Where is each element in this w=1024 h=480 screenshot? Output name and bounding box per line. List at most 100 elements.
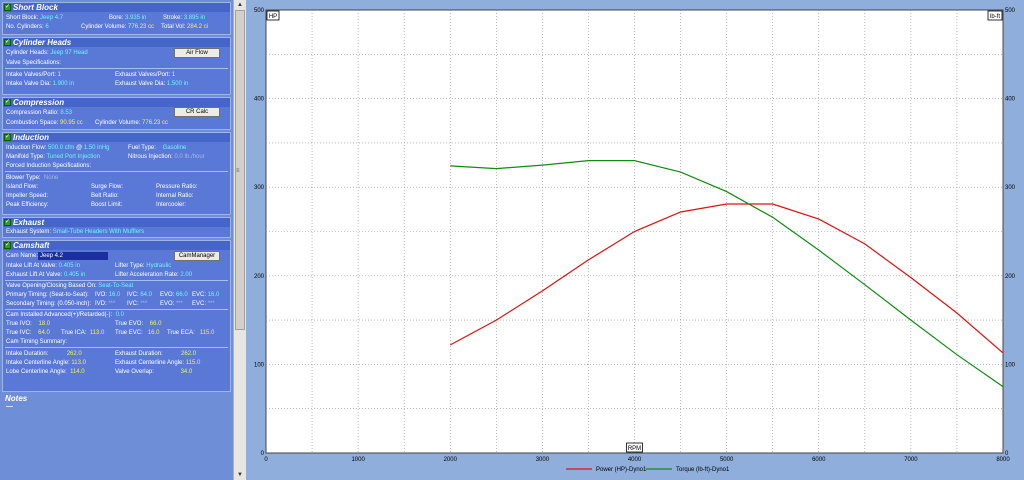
true-evo-row: True EVO: 66.0 — [115, 321, 162, 327]
divider — [5, 347, 228, 348]
divider — [5, 309, 228, 310]
section-title: Camshaft — [13, 241, 50, 250]
notes-cursor — [6, 406, 13, 407]
dyno-chart-area: 0 1000 2000 3000 4000 5000 6000 7000 8000 100 100 2… — [246, 0, 1024, 480]
section-title: Short Block — [13, 3, 58, 12]
short-block-header[interactable]: ✓ Short Block — [3, 3, 230, 12]
primary-timing-row: Primary Timing: (Seat-to-Seat): — [6, 292, 89, 298]
divider — [5, 171, 228, 172]
intake-centerline-row: Intake Centerline Angle: 113.0 — [6, 360, 86, 366]
cam-summary-label: Cam Timing Summary: — [6, 339, 68, 345]
intake-duration-row: Intake Duration: 262.0 — [6, 351, 82, 357]
ylabel-left: HP — [269, 14, 277, 20]
y-tick-label-left: 300 — [254, 185, 265, 191]
secondary-evc: EVC: *** — [192, 301, 215, 307]
based-on-row: Valve Opening/Closing Based On: Seat-To-… — [6, 283, 134, 289]
compression-cyl-vol-row: Cylinder Volume: 776.23 cc — [95, 120, 169, 126]
y-tick-label-left: 100 — [254, 362, 265, 368]
exhaust-valves-row: Exhaust Valves/Port: 1 — [115, 72, 176, 78]
primary-evo: EVO: 66.0 — [160, 292, 188, 298]
secondary-ivo: IVD: *** — [95, 301, 116, 307]
short-block-value[interactable]: Jeep 4.7 — [40, 15, 63, 21]
checkbox-icon[interactable]: ✓ — [4, 219, 11, 226]
exhaust-system-row: Exhaust System: Small-Tube Headers With … — [6, 229, 145, 235]
valve-overlap-row: Valve Overlap: 34.0 — [115, 369, 193, 375]
secondary-ivc: IVC: *** — [127, 301, 148, 307]
true-eca-row: True ECA: 115.0 — [167, 330, 215, 336]
x-tick-label: 7000 — [904, 457, 918, 463]
section-title: Exhaust — [13, 218, 45, 227]
internal-ratio-row: Internal Ratio: — [156, 193, 194, 199]
exhaust-duration-row: Exhaust Duration: 262.0 — [115, 351, 197, 357]
intercooler-row: Intercooler: — [156, 202, 187, 208]
manifold-type-row: Manifold Type: Tuned Port Injection — [6, 154, 100, 160]
induction-header[interactable]: ✓ Induction — [3, 133, 230, 142]
camshaft-header[interactable]: ✓ Camshaft — [3, 241, 230, 250]
legend-label: Torque (lb-ft)-Dyno1 — [676, 467, 730, 473]
notes-header: Notes — [2, 394, 231, 403]
notes-textarea[interactable] — [4, 405, 229, 460]
y-tick-label-right: 500 — [1005, 8, 1016, 14]
checkbox-icon[interactable]: ✓ — [4, 4, 11, 11]
cylinder-volume-row: Cylinder Volume: 776.23 cc — [81, 24, 155, 30]
cylinder-heads-header[interactable]: ✓ Cylinder Heads — [3, 38, 230, 47]
forced-induction-label: Forced Induction Specifications: — [6, 163, 92, 169]
x-tick-label: 0 — [264, 457, 268, 463]
scroll-up-icon[interactable]: ▲ — [234, 0, 246, 10]
lobe-centerline-row: Lobe Centerline Angle: 114.0 — [6, 369, 85, 375]
primary-ivo: IVO: 16.0 — [95, 292, 121, 298]
cam-installed-row: Cam Installed Advanced(+)/Retarded(-): 0… — [6, 312, 124, 318]
peak-efficiency-row: Peak Efficiency: — [6, 202, 49, 208]
checkbox-icon[interactable]: ✓ — [4, 134, 11, 141]
section-title: Induction — [13, 133, 49, 142]
notes-section: Notes — [2, 394, 231, 464]
bore-row: Bore: 3.935 in — [109, 15, 147, 21]
y-tick-label-left: 200 — [254, 274, 265, 280]
boost-limit-row: Boost Limit: — [91, 202, 123, 208]
checkbox-icon[interactable]: ✓ — [4, 39, 11, 46]
ylabel-right: lb-ft — [990, 14, 1000, 20]
exhaust-system-value[interactable]: Small-Tube Headers With Mufflers — [53, 229, 144, 235]
cam-name-input[interactable]: Jeep 4.2 — [38, 252, 108, 260]
cylinder-heads-value[interactable]: Jeep 97 Head — [50, 50, 87, 56]
y-tick-label-right: 300 — [1005, 185, 1016, 191]
scroll-down-icon[interactable]: ▼ — [234, 470, 246, 480]
divider — [5, 280, 228, 281]
legend-label: Power (HP)-Dyno1 — [596, 467, 647, 473]
checkbox-icon[interactable]: ✓ — [4, 242, 11, 249]
x-tick-label: 8000 — [996, 457, 1010, 463]
exhaust-dia-row: Exhaust Valve Dia: 1.500 in — [115, 81, 189, 87]
x-tick-label: 1000 — [351, 457, 365, 463]
intake-dia-row: Intake Valve Dia: 1.900 in — [6, 81, 74, 87]
engine-spec-panel: ✓ Short Block Short Block: Jeep 4.7 Bore… — [0, 0, 233, 480]
pressure-ratio-row: Pressure Ratio: — [156, 184, 198, 190]
island-flow-row: Island Flow: — [6, 184, 39, 190]
cylinder-heads-section: ✓ Cylinder Heads Cylinder Heads: Jeep 97… — [2, 37, 231, 95]
cylinders-row: No. Cylinders: 6 — [6, 24, 49, 30]
true-ica-row: True ICA: 113.0 — [61, 330, 105, 336]
true-ivc-row: True IVC: 64.0 — [6, 330, 50, 336]
intake-valves-row: Intake Valves/Port: 1 — [6, 72, 61, 78]
belt-ratio-row: Belt Ratio: — [91, 193, 119, 199]
compression-header[interactable]: ✓ Compression — [3, 98, 230, 107]
checkbox-icon[interactable]: ✓ — [4, 99, 11, 106]
lifter-accel-row: Lifter Acceleration Rate: 2.00 — [115, 272, 193, 278]
short-block-row: Short Block: Jeep 4.7 — [6, 15, 64, 21]
cr-calc-button[interactable]: CR Calc — [174, 107, 220, 117]
x-tick-label: 3000 — [536, 457, 550, 463]
air-flow-button[interactable]: Air Flow — [174, 48, 220, 58]
intake-lift-row: Intake Lift At Valve: 0.405 in — [6, 263, 80, 269]
app-window: ✓ Short Block Short Block: Jeep 4.7 Bore… — [0, 0, 1024, 480]
y-tick-label-right: 200 — [1005, 274, 1016, 280]
exhaust-header[interactable]: ✓ Exhaust — [3, 218, 230, 227]
section-title: Compression — [13, 98, 65, 107]
camshaft-section: ✓ Camshaft Cam Name: Jeep 4.2 CamManager… — [2, 240, 231, 392]
y-tick-label-left: 400 — [254, 97, 265, 103]
panel-scrollbar[interactable]: ▲ ≡ ▼ — [233, 0, 246, 480]
cam-manager-button[interactable]: CamManager — [174, 251, 220, 261]
induction-flow-row: Induction Flow: 500.0 cfm @ 1.50 inHg — [6, 145, 110, 151]
section-title: Notes — [5, 394, 28, 403]
impeller-speed-row: Impeller Speed: — [6, 193, 49, 199]
x-tick-label: 2000 — [444, 457, 458, 463]
total-vol-row: Total Vol: 284.2 ci — [161, 24, 209, 30]
